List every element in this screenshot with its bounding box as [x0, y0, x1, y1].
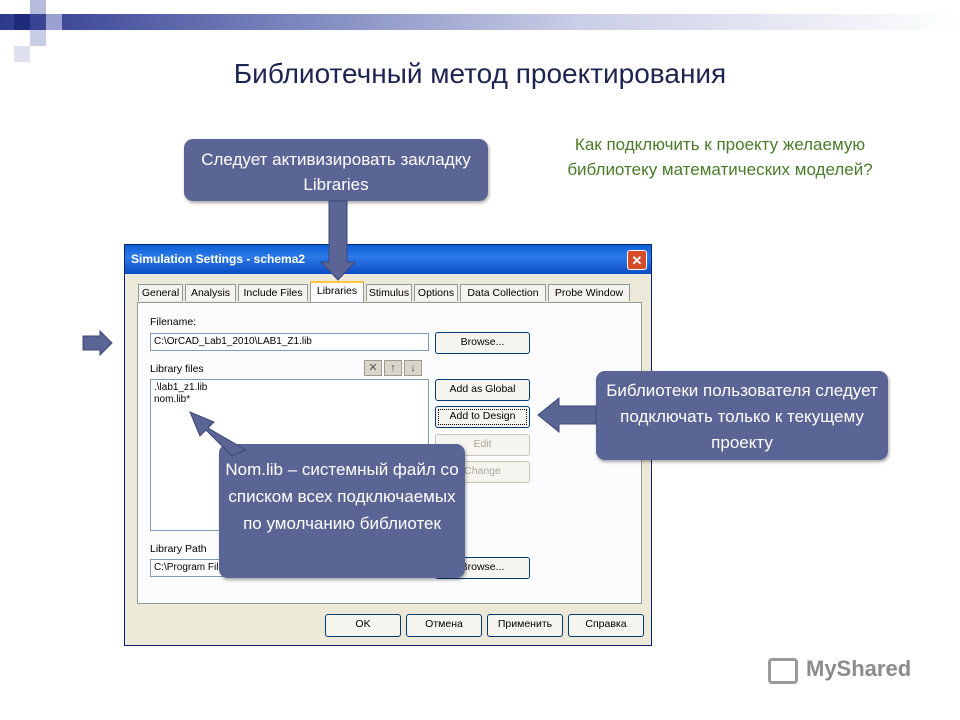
move-up-icon[interactable]: ↑: [384, 360, 402, 376]
watermark-text: MyShared: [806, 656, 912, 681]
tab-analysis[interactable]: Analysis: [185, 284, 236, 301]
add-to-design-button[interactable]: Add to Design: [435, 406, 530, 428]
tab-general[interactable]: General: [138, 284, 183, 301]
tab-options[interactable]: Options: [414, 284, 458, 301]
decor-square: [30, 30, 46, 46]
delete-library-icon[interactable]: ✕: [364, 360, 382, 376]
callout-libraries-tab: Следует активизировать закладку Librarie…: [184, 139, 488, 201]
list-item[interactable]: .\lab1_z1.lib: [154, 382, 425, 394]
callout-user-libraries: Библиотеки пользователя следует подключа…: [596, 371, 888, 460]
filename-field[interactable]: C:\OrCAD_Lab1_2010\LAB1_Z1.lib: [150, 333, 429, 351]
list-item[interactable]: nom.lib*: [154, 394, 425, 406]
decor-square: [14, 14, 30, 30]
decor-square: [30, 0, 46, 14]
tab-data-collection[interactable]: Data Collection: [460, 284, 546, 301]
arrow-right-icon: [82, 329, 113, 357]
tab-stimulus[interactable]: Stimulus: [366, 284, 412, 301]
tab-probe-window[interactable]: Probe Window: [548, 284, 630, 301]
callout-nomlib: Nom.lib – системный файл со списком всех…: [219, 444, 465, 578]
ok-button[interactable]: OK: [325, 614, 401, 637]
library-files-label: Library files: [150, 363, 204, 375]
filename-label: Filename:: [150, 316, 197, 328]
tab-include-files[interactable]: Include Files: [238, 284, 308, 301]
move-down-icon[interactable]: ↓: [404, 360, 422, 376]
decor-square: [46, 14, 62, 30]
dialog-title: Simulation Settings - schema2: [131, 252, 306, 266]
close-button[interactable]: ✕: [627, 250, 647, 270]
add-as-global-button[interactable]: Add as Global: [435, 379, 530, 401]
slide-title: Библиотечный метод проектирования: [233, 58, 727, 89]
library-path-label: Library Path: [150, 543, 207, 555]
tab-libraries[interactable]: Libraries: [310, 281, 364, 302]
help-button[interactable]: Справка: [568, 614, 644, 637]
question-text: Как подключить к проекту желаемую библио…: [567, 135, 873, 179]
apply-button[interactable]: Применить: [487, 614, 563, 637]
top-decor-bar: [0, 14, 960, 30]
cancel-button[interactable]: Отмена: [406, 614, 482, 637]
browse-button[interactable]: Browse...: [435, 332, 530, 354]
myshared-logo-icon: [768, 658, 798, 684]
dialog-titlebar[interactable]: Simulation Settings - schema2 ✕: [125, 245, 651, 274]
